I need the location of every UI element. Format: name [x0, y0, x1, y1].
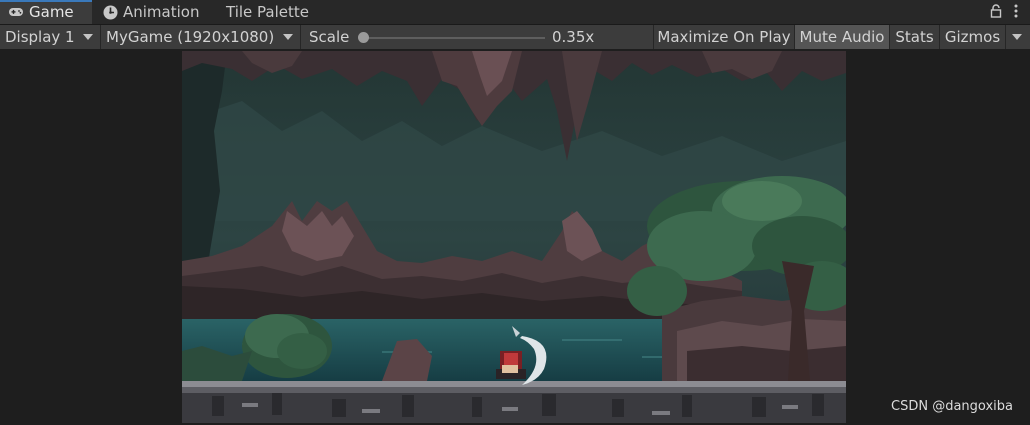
scale-slider-track[interactable]	[363, 37, 545, 39]
tab-tile-palette-label: Tile Palette	[226, 3, 309, 21]
gizmos-toggle[interactable]: Gizmos	[940, 25, 1006, 49]
gamepad-icon	[8, 6, 24, 18]
lock-icon[interactable]	[990, 3, 1002, 22]
chevron-down-icon	[83, 34, 93, 40]
tab-animation-label: Animation	[123, 3, 200, 21]
tab-game-label: Game	[29, 3, 74, 21]
scale-slider-thumb[interactable]	[358, 32, 369, 43]
more-options-icon[interactable]	[1014, 3, 1018, 22]
watermark-text: CSDN @dangoxiba	[891, 399, 1013, 414]
game-scene	[182, 51, 846, 423]
animation-icon	[103, 5, 118, 20]
chevron-down-icon	[283, 34, 293, 40]
gizmos-dropdown[interactable]	[1006, 25, 1030, 49]
tab-game[interactable]: Game	[0, 0, 92, 24]
display-dropdown[interactable]: Display 1	[0, 25, 101, 49]
game-viewport[interactable]	[182, 51, 846, 423]
gizmos-label: Gizmos	[944, 28, 1001, 46]
stats-label: Stats	[895, 28, 934, 46]
stats-toggle[interactable]: Stats	[890, 25, 940, 49]
tab-tile-palette[interactable]: Tile Palette	[226, 0, 309, 24]
left-bush	[242, 314, 332, 378]
maximize-on-play-toggle[interactable]: Maximize On Play	[654, 25, 795, 49]
scale-label: Scale	[309, 28, 350, 46]
tab-tools	[990, 3, 1018, 22]
editor-tab-bar: Game Animation Tile Palette	[0, 0, 1030, 25]
resolution-dropdown[interactable]: MyGame (1920x1080)	[101, 25, 301, 49]
game-view-toolbar: Display 1 MyGame (1920x1080) Scale 0.35x…	[0, 25, 1030, 50]
mute-audio-label: Mute Audio	[799, 28, 885, 46]
display-dropdown-label: Display 1	[5, 28, 75, 46]
stone-ground	[182, 381, 846, 423]
scale-value: 0.35x	[552, 28, 595, 46]
maximize-on-play-label: Maximize On Play	[657, 28, 791, 46]
scale-control: Scale 0.35x	[301, 25, 654, 49]
chevron-down-icon	[1012, 34, 1022, 40]
resolution-dropdown-label: MyGame (1920x1080)	[106, 28, 275, 46]
mute-audio-toggle[interactable]: Mute Audio	[795, 25, 890, 49]
tab-animation[interactable]: Animation	[103, 0, 199, 24]
